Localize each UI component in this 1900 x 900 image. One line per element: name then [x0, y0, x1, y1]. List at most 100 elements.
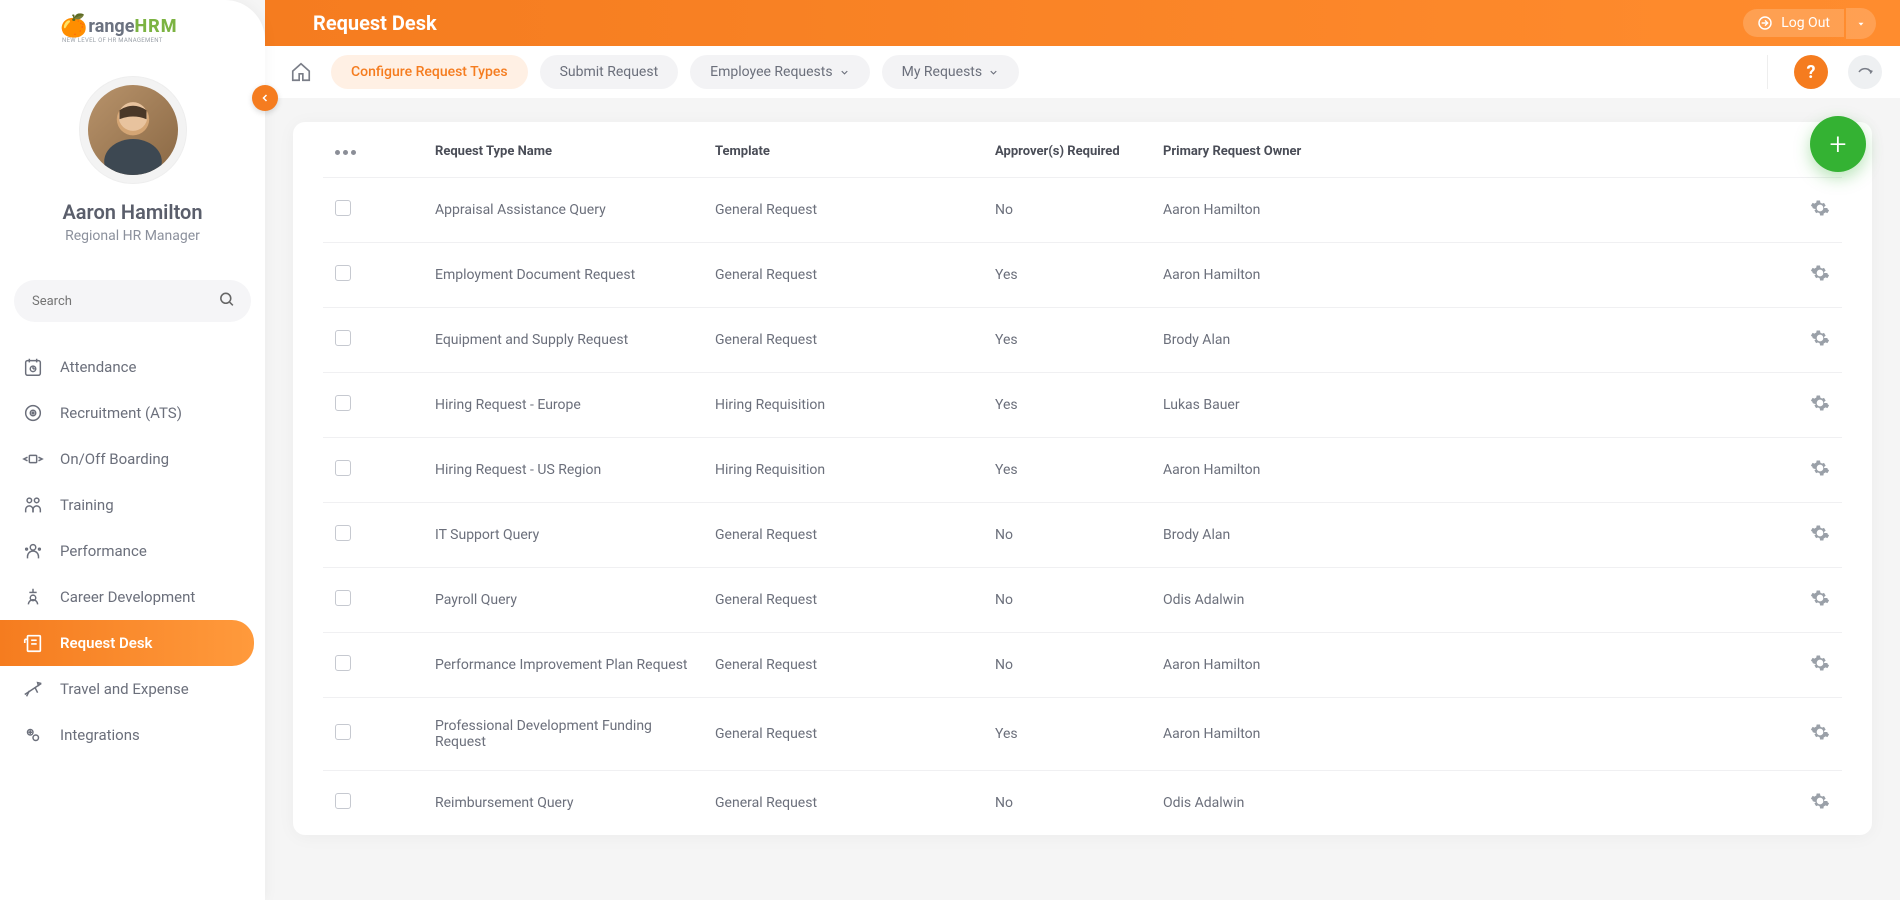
- row-checkbox[interactable]: [335, 793, 351, 809]
- row-settings-button[interactable]: [1810, 393, 1830, 413]
- tab-label: Submit Request: [560, 64, 659, 80]
- row-checkbox[interactable]: [335, 590, 351, 606]
- cell-name: Appraisal Assistance Query: [423, 178, 703, 243]
- logout-dropdown[interactable]: [1846, 8, 1876, 39]
- row-settings-button[interactable]: [1810, 588, 1830, 608]
- cell-template: Hiring Requisition: [703, 373, 983, 438]
- cell-template: General Request: [703, 568, 983, 633]
- profile-name: Aaron Hamilton: [0, 200, 265, 224]
- col-template[interactable]: Template: [703, 122, 983, 178]
- nav-icon: [22, 494, 44, 516]
- row-settings-button[interactable]: [1810, 523, 1830, 543]
- cell-approver: Yes: [983, 243, 1151, 308]
- avatar[interactable]: [88, 85, 178, 175]
- row-settings-button[interactable]: [1810, 791, 1830, 811]
- sidebar-item-on-off-boarding[interactable]: On/Off Boarding: [0, 436, 265, 482]
- logout-button[interactable]: Log Out: [1743, 9, 1844, 37]
- gear-icon: [1810, 722, 1830, 742]
- help-button[interactable]: ?: [1794, 55, 1828, 89]
- row-checkbox[interactable]: [335, 525, 351, 541]
- add-button[interactable]: +: [1810, 116, 1866, 172]
- gear-icon: [1810, 328, 1830, 348]
- row-checkbox[interactable]: [335, 265, 351, 281]
- nav-list: AttendanceRecruitment (ATS)On/Off Boardi…: [0, 344, 265, 758]
- nav-icon: [22, 586, 44, 608]
- cell-name: Professional Development Funding Request: [423, 698, 703, 771]
- chevron-left-icon: [259, 92, 271, 104]
- collapse-sidebar-button[interactable]: [252, 85, 278, 111]
- row-settings-button[interactable]: [1810, 722, 1830, 742]
- cell-owner: Odis Adalwin: [1151, 568, 1792, 633]
- tab-my-requests[interactable]: My Requests: [882, 55, 1020, 89]
- table-row: Performance Improvement Plan RequestGene…: [323, 633, 1842, 698]
- sidebar-item-integrations[interactable]: Integrations: [0, 712, 265, 758]
- cell-approver: No: [983, 568, 1151, 633]
- main: Request Desk Log Out Configure Request T…: [265, 0, 1900, 900]
- question-icon: ?: [1807, 62, 1816, 83]
- row-settings-button[interactable]: [1810, 328, 1830, 348]
- bulk-actions-button[interactable]: [335, 150, 356, 155]
- row-checkbox[interactable]: [335, 655, 351, 671]
- col-request-type-name[interactable]: Request Type Name: [423, 122, 703, 178]
- search-input[interactable]: [14, 280, 251, 322]
- cell-name: Equipment and Supply Request: [423, 308, 703, 373]
- nav-icon: [22, 632, 44, 654]
- request-types-card: Request Type Name Template Approver(s) R…: [293, 122, 1872, 835]
- cell-owner: Aaron Hamilton: [1151, 633, 1792, 698]
- page-title: Request Desk: [313, 11, 1743, 35]
- logout-icon: [1757, 15, 1773, 31]
- tab-configure-request-types[interactable]: Configure Request Types: [331, 55, 528, 89]
- row-checkbox[interactable]: [335, 330, 351, 346]
- row-settings-button[interactable]: [1810, 263, 1830, 283]
- nav-icon: [22, 724, 44, 746]
- sidebar-item-recruitment-ats-[interactable]: Recruitment (ATS): [0, 390, 265, 436]
- table-row: IT Support QueryGeneral RequestNoBrody A…: [323, 503, 1842, 568]
- subheader: Configure Request Types Submit Request Emp…: [265, 46, 1900, 98]
- nav-icon: [22, 448, 44, 470]
- cell-approver: Yes: [983, 698, 1151, 771]
- gear-icon: [1810, 653, 1830, 673]
- cell-approver: No: [983, 503, 1151, 568]
- gear-icon: [1810, 263, 1830, 283]
- caret-down-icon: [1856, 19, 1866, 29]
- row-settings-button[interactable]: [1810, 653, 1830, 673]
- cell-owner: Brody Alan: [1151, 308, 1792, 373]
- share-button[interactable]: [1848, 55, 1882, 89]
- home-button[interactable]: [283, 54, 319, 90]
- sidebar-item-request-desk[interactable]: Request Desk: [0, 620, 254, 666]
- cell-template: General Request: [703, 503, 983, 568]
- row-settings-button[interactable]: [1810, 198, 1830, 218]
- profile-block: Aaron Hamilton Regional HR Manager: [0, 52, 265, 264]
- cell-owner: Aaron Hamilton: [1151, 698, 1792, 771]
- search-icon[interactable]: [218, 291, 235, 312]
- table-row: Hiring Request - US RegionHiring Requisi…: [323, 438, 1842, 503]
- sidebar-item-travel-and-expense[interactable]: Travel and Expense: [0, 666, 265, 712]
- cell-owner: Lukas Bauer: [1151, 373, 1792, 438]
- sidebar-item-attendance[interactable]: Attendance: [0, 344, 265, 390]
- sidebar-item-career-development[interactable]: Career Development: [0, 574, 265, 620]
- row-checkbox[interactable]: [335, 724, 351, 740]
- row-settings-button[interactable]: [1810, 458, 1830, 478]
- gear-icon: [1810, 791, 1830, 811]
- gear-icon: [1810, 588, 1830, 608]
- sidebar-item-performance[interactable]: Performance: [0, 528, 265, 574]
- tab-submit-request[interactable]: Submit Request: [540, 55, 679, 89]
- tab-employee-requests[interactable]: Employee Requests: [690, 55, 869, 89]
- row-checkbox[interactable]: [335, 200, 351, 216]
- cell-approver: No: [983, 633, 1151, 698]
- topbar: Request Desk Log Out: [265, 0, 1900, 46]
- logo-tagline: NEW LEVEL OF HR MANAGEMENT: [62, 37, 265, 44]
- table-row: Equipment and Supply RequestGeneral Requ…: [323, 308, 1842, 373]
- col-approver[interactable]: Approver(s) Required: [983, 122, 1151, 178]
- col-owner[interactable]: Primary Request Owner: [1151, 122, 1792, 178]
- row-checkbox[interactable]: [335, 460, 351, 476]
- plus-icon: +: [1830, 127, 1847, 162]
- row-checkbox[interactable]: [335, 395, 351, 411]
- nav-label: Performance: [60, 542, 147, 560]
- logo-text-2: HRM: [134, 16, 177, 37]
- logo-orange-icon: 🍊: [60, 14, 87, 39]
- cell-template: General Request: [703, 308, 983, 373]
- tab-label: My Requests: [902, 64, 983, 80]
- sidebar-item-training[interactable]: Training: [0, 482, 265, 528]
- cell-owner: Brody Alan: [1151, 503, 1792, 568]
